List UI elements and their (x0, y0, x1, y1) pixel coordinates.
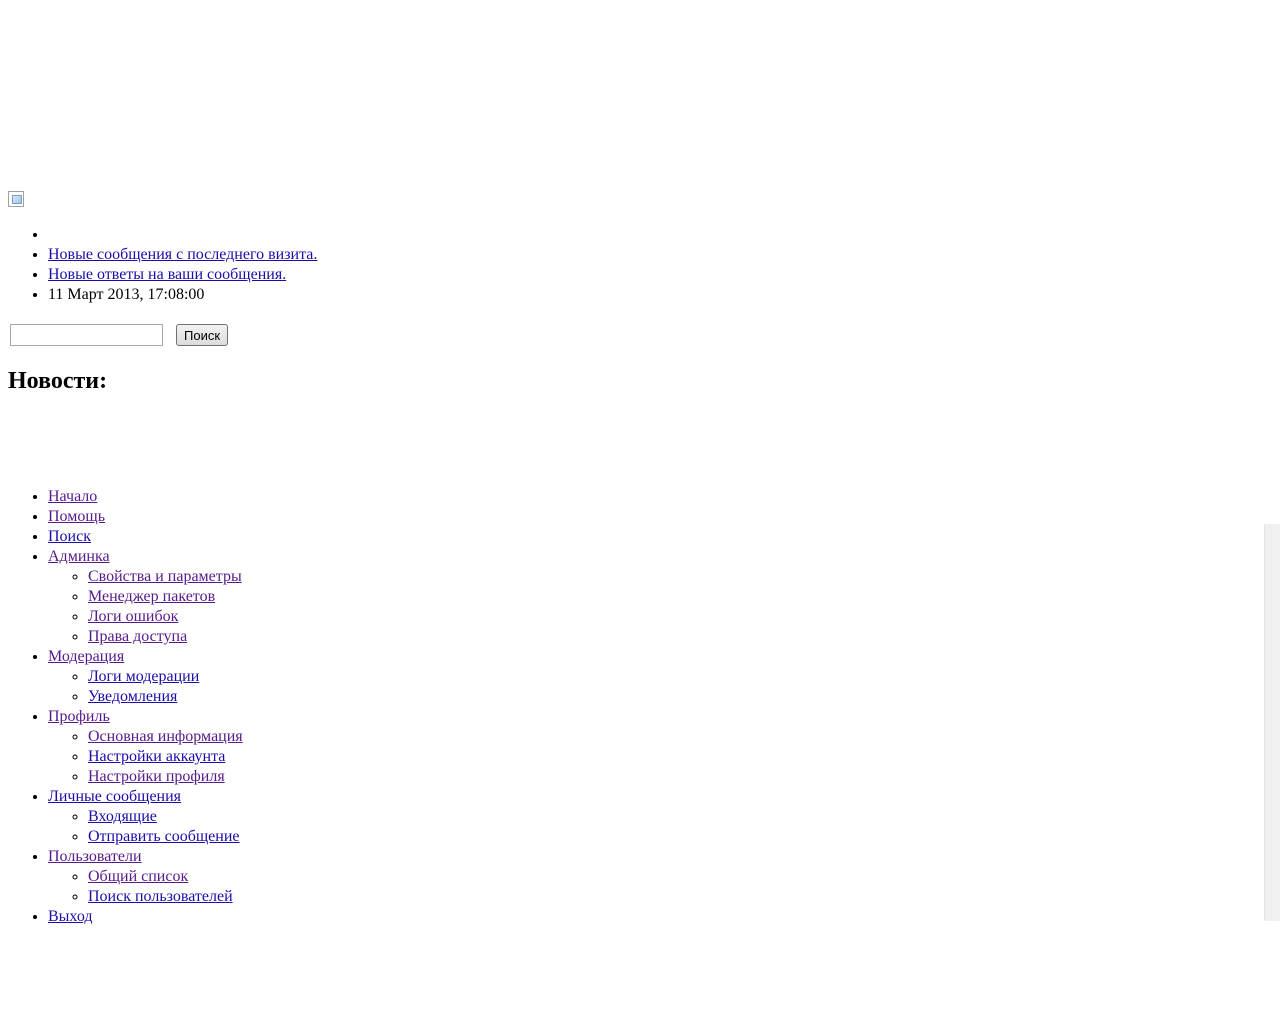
menu-link-help[interactable]: Помощь (48, 508, 105, 525)
user-info-list: Новые сообщения с последнего визита. Нов… (0, 225, 317, 305)
submenu-item: Отправить сообщение (88, 827, 243, 847)
submenu-link-profile-settings[interactable]: Настройки профиля (88, 768, 225, 785)
menu-link-search[interactable]: Поиск (48, 528, 91, 545)
submenu-link-send-message[interactable]: Отправить сообщение (88, 828, 240, 845)
submenu-link-member-list[interactable]: Общий список (88, 868, 188, 885)
menu-item-pm: Личные сообщения Входящие Отправить сооб… (48, 787, 243, 847)
menu-item-members: Пользователи Общий список Поиск пользова… (48, 847, 243, 907)
submenu-item: Общий список (88, 867, 243, 887)
pm-submenu: Входящие Отправить сообщение (48, 807, 243, 847)
submenu-item: Уведомления (88, 687, 243, 707)
profile-submenu: Основная информация Настройки аккаунта Н… (48, 727, 243, 787)
moderation-submenu: Логи модерации Уведомления (48, 667, 243, 707)
search-form: Поиск (10, 324, 229, 346)
submenu-item: Входящие (88, 807, 243, 827)
menu-item-profile: Профиль Основная информация Настройки ак… (48, 707, 243, 787)
menu-item-logout: Выход (48, 907, 243, 927)
menu-link-profile[interactable]: Профиль (48, 707, 110, 727)
submenu-link-packages[interactable]: Менеджер пакетов (88, 588, 215, 605)
search-input[interactable] (10, 324, 163, 346)
menu-item-home: Начало (48, 487, 243, 507)
submenu-link-error-logs[interactable]: Логи ошибок (88, 608, 178, 625)
submenu-item: Менеджер пакетов (88, 587, 243, 607)
current-datetime: 11 Март 2013, 17:08:00 (48, 285, 317, 305)
submenu-item: Основная информация (88, 727, 243, 747)
page: Новые сообщения с последнего визита. Нов… (0, 0, 1280, 1024)
menu-item-moderation: Модерация Логи модерации Уведомления (48, 647, 243, 707)
new-posts-link[interactable]: Новые сообщения с последнего визита. (48, 246, 317, 263)
submenu-item: Свойства и параметры (88, 567, 243, 587)
list-item: Новые сообщения с последнего визита. (48, 245, 317, 265)
submenu-item: Права доступа (88, 627, 243, 647)
submenu-link-permissions[interactable]: Права доступа (88, 628, 187, 645)
submenu-link-summary[interactable]: Основная информация (88, 728, 243, 745)
menu-item-help: Помощь (48, 507, 243, 527)
menu-link-admin[interactable]: Админка (48, 547, 110, 567)
submenu-link-notifications[interactable]: Уведомления (88, 688, 177, 705)
menu-link-moderation[interactable]: Модерация (48, 647, 124, 667)
news-heading: Новости: (8, 368, 108, 394)
submenu-link-member-search[interactable]: Поиск пользователей (88, 888, 233, 905)
list-item: Новые ответы на ваши сообщения. (48, 265, 317, 285)
scrollbar-track[interactable] (1264, 524, 1280, 921)
submenu-item: Настройки профиля (88, 767, 243, 787)
new-replies-link[interactable]: Новые ответы на ваши сообщения. (48, 266, 286, 283)
menu-item-search: Поиск (48, 527, 243, 547)
search-button[interactable]: Поиск (176, 324, 229, 346)
menu-link-pm[interactable]: Личные сообщения (48, 787, 181, 807)
submenu-link-settings[interactable]: Свойства и параметры (88, 568, 242, 585)
submenu-link-account-settings[interactable]: Настройки аккаунта (88, 748, 225, 765)
user-info-empty-item (48, 225, 317, 245)
broken-image-icon[interactable] (8, 191, 24, 207)
menu-link-members[interactable]: Пользователи (48, 847, 142, 867)
menu-link-home[interactable]: Начало (48, 488, 97, 505)
members-submenu: Общий список Поиск пользователей (48, 867, 243, 907)
submenu-item: Логи модерации (88, 667, 243, 687)
main-menu: Начало Помощь Поиск Админка Свойства и п… (0, 487, 243, 927)
menu-link-logout[interactable]: Выход (48, 908, 93, 925)
admin-submenu: Свойства и параметры Менеджер пакетов Ло… (48, 567, 243, 647)
menu-item-admin: Админка Свойства и параметры Менеджер па… (48, 547, 243, 647)
submenu-link-inbox[interactable]: Входящие (88, 808, 157, 825)
submenu-item: Настройки аккаунта (88, 747, 243, 767)
submenu-item: Поиск пользователей (88, 887, 243, 907)
submenu-link-mod-logs[interactable]: Логи модерации (88, 668, 199, 685)
submenu-item: Логи ошибок (88, 607, 243, 627)
